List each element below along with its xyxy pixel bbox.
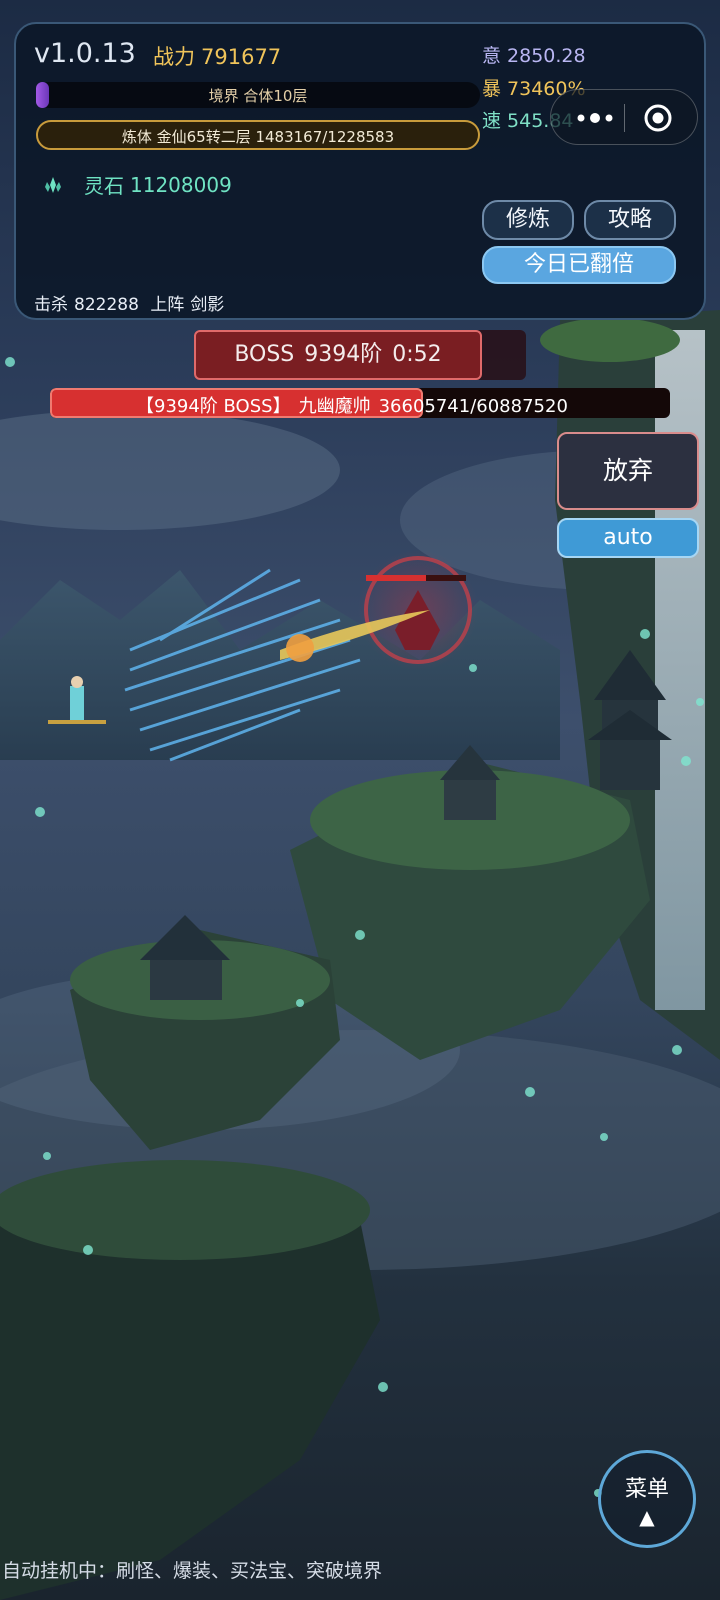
daily-double-button[interactable]: 今日已翻倍 (482, 246, 676, 284)
deploy-value: 剑影 (190, 295, 225, 315)
stat-intent-value: 2850.28 (507, 45, 586, 67)
stat-intent-label: 意 (482, 45, 502, 67)
player-hud-panel: v1.0.13 战力 791677 意 2850.28 暴 73460% 速 545.8… (14, 22, 706, 320)
boss-timer-level: 9394阶 (304, 342, 383, 367)
miniprogram-capsule (550, 89, 698, 145)
realm-progress-bar: 境界 合体10层 (36, 82, 480, 108)
deploy-label: 上阵 (150, 295, 185, 315)
target-circle-icon[interactable] (643, 103, 673, 133)
stat-crit-label: 暴 (482, 78, 502, 100)
boss-timer-label: BOSS (234, 342, 295, 367)
guide-button[interactable]: 攻略 (584, 200, 676, 240)
kills-label: 击杀 (34, 295, 68, 315)
boss-hp-value: 36605741/60887520 (378, 396, 568, 417)
menu-arrow-up-icon: ▲ (639, 1505, 655, 1529)
spirit-stone-counter: 灵石 11208009 (44, 170, 232, 199)
give-up-button[interactable]: 放弃 (557, 432, 699, 510)
stat-intent: 意 2850.28 (482, 41, 586, 68)
kills-value: 822288 (74, 295, 139, 315)
train-button[interactable]: 修炼 (482, 200, 574, 240)
capsule-divider (624, 104, 625, 132)
combat-power-label: 战力 (153, 45, 195, 69)
spirit-stone-value: 11208009 (130, 172, 232, 197)
menu-button[interactable]: 菜单 ▲ (598, 1450, 696, 1548)
boss-hp-tag: 【9394阶 BOSS】 (136, 396, 291, 417)
boss-hp-text: 【9394阶 BOSS】 九幽魔帅 36605741/60887520 (136, 392, 576, 418)
boss-name: 九幽魔帅 (298, 396, 371, 417)
stat-speed-label: 速 (482, 110, 502, 132)
boss-timer-time: 0:52 (392, 342, 442, 367)
spirit-stone-label: 灵石 (84, 174, 124, 198)
boss-hp-bar: 【9394阶 BOSS】 九幽魔帅 36605741/60887520 (50, 388, 670, 418)
body-refine-text: 炼体 金仙65转二层 1483167/1228583 (121, 128, 395, 146)
version-label: v1.0.13 (34, 38, 136, 69)
more-dots-icon[interactable] (573, 108, 617, 128)
auto-button[interactable]: auto (557, 518, 699, 558)
realm-progress-text: 境界 合体10层 (208, 87, 308, 105)
combat-power-value: 791677 (201, 45, 282, 69)
spirit-stone-icon (45, 176, 61, 193)
kills-deploy-info: 击杀 822288 上阵 剑影 (34, 290, 230, 315)
menu-label: 菜单 (624, 1477, 669, 1502)
auto-idle-status: 自动挂机中：刷怪、爆装、买法宝、突破境界 (2, 1560, 383, 1582)
body-refine-bar: 炼体 金仙65转二层 1483167/1228583 (36, 120, 480, 150)
boss-timer-banner: BOSS 9394阶 0:52 (194, 330, 482, 380)
combat-power: 战力 791677 (147, 41, 281, 71)
